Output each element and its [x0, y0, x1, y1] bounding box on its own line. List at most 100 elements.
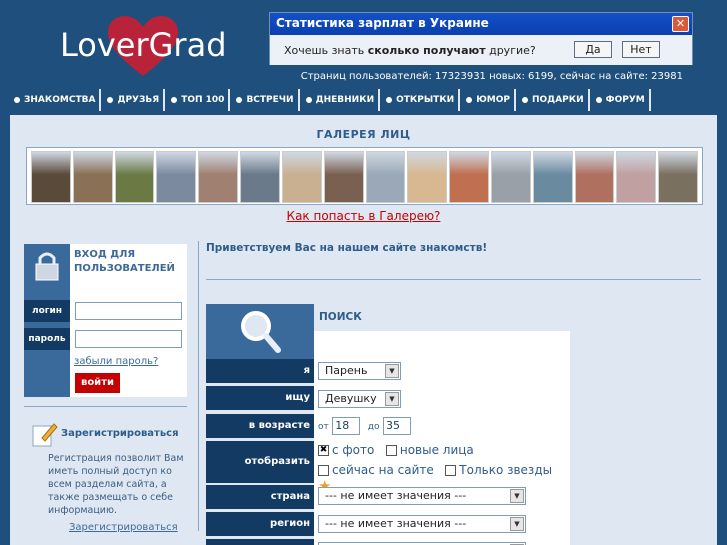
- i-label: я: [206, 359, 314, 383]
- nav-item-postcards[interactable]: ОТКРЫТКИ: [380, 89, 461, 111]
- gallery-face-photo[interactable]: [407, 151, 448, 203]
- age-control: от 18 до 35: [318, 417, 411, 435]
- gallery-face-photo[interactable]: [449, 151, 489, 203]
- gallery-face-photo[interactable]: [532, 151, 573, 203]
- gallery-join-link[interactable]: Как попасть в Галерею?: [10, 209, 717, 223]
- age-label: в возрасте: [206, 414, 314, 438]
- gallery-face-photo[interactable]: [365, 151, 406, 203]
- country-control: --- не имеет значения --- ▼: [318, 487, 526, 505]
- gallery-face-photo[interactable]: [658, 151, 698, 203]
- nav-item-dating[interactable]: ЗНАКОМСТВА: [8, 89, 102, 111]
- stars-only-checkbox[interactable]: [445, 464, 457, 476]
- gallery-face-photo[interactable]: [281, 151, 322, 203]
- search-icon-panel: [206, 304, 314, 359]
- login-button[interactable]: войти: [75, 373, 120, 393]
- popup-question-prefix: Хочешь знать: [284, 44, 368, 57]
- gallery-face-photo[interactable]: [323, 151, 364, 203]
- popup-question-suffix: другие?: [485, 44, 536, 57]
- bullet-icon: [595, 97, 602, 103]
- i-select[interactable]: Парень ▼: [318, 362, 401, 380]
- bullet-icon: [305, 97, 312, 103]
- new-faces-checkbox[interactable]: [385, 444, 397, 456]
- main-content: ГАЛЕРЕЯ ЛИЦ Как попасть в Галерею? ВХОД …: [10, 115, 717, 545]
- nav-item-diaries[interactable]: ДНЕВНИКИ: [299, 89, 381, 111]
- gallery-face-photo[interactable]: [198, 151, 239, 203]
- gallery-face-photo[interactable]: [114, 151, 155, 203]
- popup-title: Статистика зарплат в Украине ✕: [270, 13, 692, 35]
- age-to-input[interactable]: 35: [382, 417, 411, 435]
- gallery-face-photo[interactable]: [156, 151, 197, 203]
- gallery-face-photo[interactable]: [490, 151, 531, 203]
- nav-label: ВСТРЕЧИ: [246, 95, 294, 105]
- region-select-value: --- не имеет значения ---: [325, 517, 467, 530]
- region-control: --- не имеет значения --- ▼: [318, 515, 526, 533]
- forgot-password-link[interactable]: забыли пароль?: [74, 356, 158, 367]
- bullet-icon: [522, 97, 528, 103]
- welcome-text: Приветствуем Вас на нашем сайте знакомст…: [206, 242, 488, 254]
- country-select[interactable]: --- не имеет значения --- ▼: [318, 487, 526, 505]
- nav-item-top100[interactable]: ТОП 100: [165, 89, 231, 111]
- bullet-icon: [386, 97, 393, 103]
- gallery-face-photo[interactable]: [574, 151, 615, 203]
- salary-popup: Статистика зарплат в Украине ✕ Хочешь зн…: [269, 12, 693, 65]
- login-title: ВХОД ДЛЯ ПОЛЬЗОВАТЕЛЕЙ: [74, 248, 184, 276]
- i-select-value: Парень: [325, 364, 368, 377]
- with-photo-checkbox[interactable]: ✖: [318, 444, 329, 456]
- nav-item-humor[interactable]: ЮМОР: [460, 89, 516, 111]
- login-title-text: ВХОД ДЛЯ ПОЛЬЗОВАТЕЛЕЙ: [74, 249, 175, 274]
- nav-label: ДРУЗЬЯ: [117, 95, 160, 105]
- nav-label: ОТКРЫТКИ: [396, 95, 455, 105]
- login-input[interactable]: [75, 302, 182, 320]
- chevron-down-icon: ▼: [385, 364, 399, 378]
- nav-label: ТОП 100: [181, 95, 225, 105]
- bullet-icon: [466, 97, 473, 103]
- popup-question-bold: сколько получают: [367, 44, 486, 57]
- nav-item-meetings[interactable]: ВСТРЕЧИ: [230, 89, 300, 111]
- search-title: ПОИСК: [319, 311, 362, 323]
- i-control: Парень ▼: [318, 362, 401, 380]
- show-only-label: отобразить только: [206, 441, 314, 509]
- gallery-title: ГАЛЕРЕЯ ЛИЦ: [316, 128, 411, 141]
- city-label: [206, 539, 314, 545]
- yes-button[interactable]: Да: [574, 41, 612, 58]
- magnifier-icon: [241, 311, 281, 353]
- register-description: Регистрация позволит Вам иметь полный до…: [48, 453, 184, 516]
- chevron-down-icon: ▼: [510, 489, 524, 503]
- search-form: ПОИСК я Парень ▼ ищу Девушку ▼ в возрасте …: [206, 304, 570, 545]
- column-divider: [198, 241, 199, 531]
- register-title[interactable]: Зарегистрироваться: [61, 428, 179, 439]
- site-stats: Страниц пользователей: 17323931 новых: 6…: [300, 71, 683, 82]
- stars-only-label: Только звезды: [459, 463, 553, 477]
- logo-text: LoverGrad: [60, 26, 227, 64]
- region-select[interactable]: --- не имеет значения --- ▼: [318, 515, 526, 533]
- password-input[interactable]: [75, 330, 182, 348]
- register-link[interactable]: Зарегистрироваться: [69, 522, 178, 533]
- popup-question: Хочешь знать сколько получают другие?: [284, 44, 536, 57]
- popup-body: Хочешь знать сколько получают другие? Да…: [270, 35, 692, 65]
- face-gallery: [26, 147, 703, 205]
- password-label: пароль: [24, 328, 70, 350]
- online-now-label: сейчас на сайте: [332, 463, 434, 477]
- gallery-face-photo[interactable]: [616, 151, 657, 203]
- with-photo-label: с фото: [332, 443, 375, 457]
- nav-item-forum[interactable]: ФОРУМ: [589, 89, 651, 111]
- nav-label: ЮМОР: [476, 95, 510, 105]
- online-now-checkbox[interactable]: [318, 464, 329, 476]
- chevron-down-icon: ▼: [510, 517, 524, 531]
- bullet-icon: [171, 97, 178, 103]
- close-icon[interactable]: ✕: [672, 16, 689, 32]
- gallery-face-photo[interactable]: [72, 151, 113, 203]
- chevron-down-icon: ▼: [385, 392, 399, 406]
- seek-label: ищу: [206, 386, 314, 410]
- gallery-face-photo[interactable]: [31, 151, 71, 203]
- no-button[interactable]: Нет: [622, 41, 660, 58]
- nav-label: ДНЕВНИКИ: [315, 95, 375, 105]
- nav-item-friends[interactable]: ДРУЗЬЯ: [101, 89, 166, 111]
- nav-item-gifts[interactable]: ПОДАРКИ: [516, 89, 590, 111]
- seek-select[interactable]: Девушку ▼: [318, 390, 401, 408]
- gallery-face-photo[interactable]: [240, 151, 280, 203]
- pencil-paper-icon: [32, 423, 58, 447]
- key-icon: [35, 252, 59, 281]
- age-from-input[interactable]: 18: [332, 417, 361, 435]
- logo[interactable]: LoverGrad: [60, 14, 240, 78]
